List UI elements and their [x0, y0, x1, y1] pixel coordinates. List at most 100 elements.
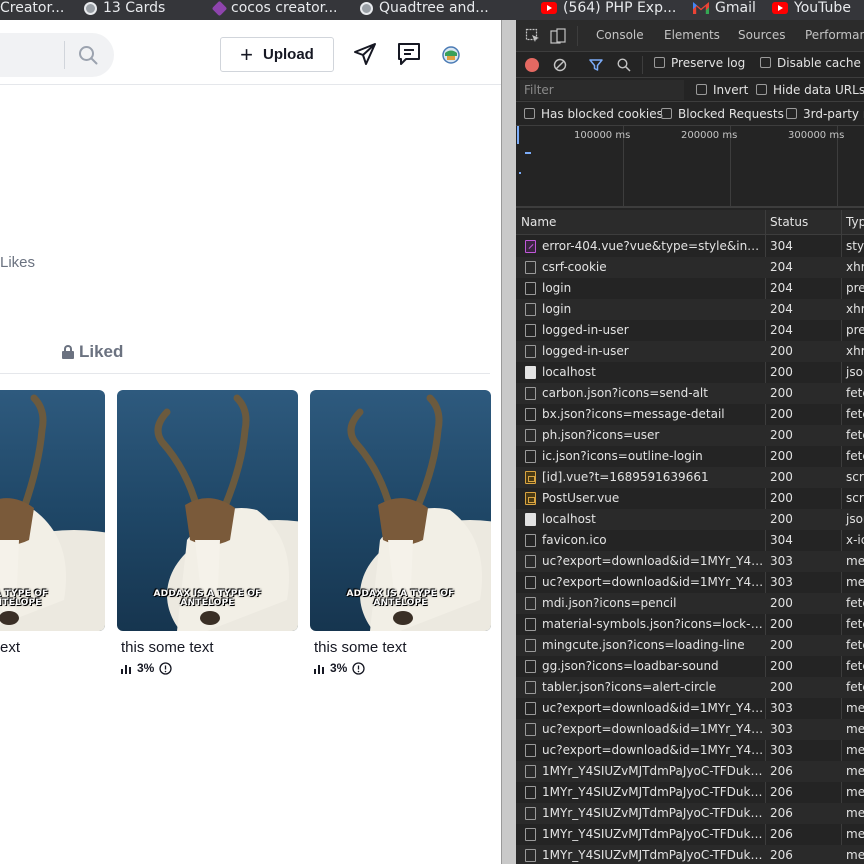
- request-name[interactable]: ph.json?icons=user: [542, 428, 764, 442]
- card-title[interactable]: this some text: [117, 639, 298, 657]
- checkbox-box[interactable]: [756, 84, 767, 95]
- bookmark-item[interactable]: Quadtree and...: [360, 0, 489, 18]
- request-row[interactable]: 1MYr_Y4SIUZvMJTdmPaJyoC-TFDukF... 206 med: [516, 803, 864, 824]
- blocked-requests-checkbox[interactable]: Blocked Requests: [661, 107, 784, 121]
- request-name[interactable]: logged-in-user: [542, 344, 764, 358]
- request-row[interactable]: carbon.json?icons=send-alt 200 fetc: [516, 383, 864, 404]
- request-name[interactable]: favicon.ico: [542, 533, 764, 547]
- request-name[interactable]: uc?export=download&id=1MYr_Y4SIU...: [542, 743, 764, 757]
- column-status[interactable]: Status: [770, 215, 808, 229]
- clear-icon[interactable]: [553, 58, 567, 72]
- filter-input[interactable]: Filter: [520, 80, 684, 100]
- request-name[interactable]: material-symbols.json?icons=lock-open: [542, 617, 764, 631]
- request-name[interactable]: ic.json?icons=outline-login: [542, 449, 764, 463]
- request-row[interactable]: tabler.json?icons=alert-circle 200 fetc: [516, 677, 864, 698]
- request-row[interactable]: uc?export=download&id=1MYr_Y4SIU... 303 me…: [516, 572, 864, 593]
- request-name[interactable]: uc?export=download&id=1MYr_Y4SIU...: [542, 554, 764, 568]
- video-card[interactable]: ADDAX IS A TYPE OF ANTELOPE this some te…: [310, 390, 491, 675]
- request-name[interactable]: uc?export=download&id=1MYr_Y4SIU...: [542, 722, 764, 736]
- video-thumbnail[interactable]: ADDAX IS A TYPE OF ANTELOPE: [310, 390, 491, 631]
- request-row[interactable]: uc?export=download&id=1MYr_Y4SIU... 303 me…: [516, 698, 864, 719]
- request-row[interactable]: logged-in-user 204 pre: [516, 320, 864, 341]
- request-row[interactable]: mdi.json?icons=pencil 200 fetc: [516, 593, 864, 614]
- checkbox-box[interactable]: [661, 108, 672, 119]
- request-name[interactable]: 1MYr_Y4SIUZvMJTdmPaJyoC-TFDukF...: [542, 827, 764, 841]
- third-party-checkbox[interactable]: 3rd-party re: [786, 107, 864, 121]
- card-title[interactable]: ext: [0, 639, 105, 657]
- hide-data-urls-checkbox[interactable]: Hide data URLs: [756, 83, 864, 97]
- request-name[interactable]: mdi.json?icons=pencil: [542, 596, 764, 610]
- search-icon[interactable]: [617, 58, 631, 72]
- request-row[interactable]: ic.json?icons=outline-login 200 fetc: [516, 446, 864, 467]
- video-card[interactable]: IS A TYPE OF ANTELOPE ext: [0, 390, 105, 657]
- request-name[interactable]: localhost: [542, 512, 764, 526]
- invert-checkbox[interactable]: Invert: [696, 83, 748, 97]
- request-row[interactable]: logged-in-user 200 xhr: [516, 341, 864, 362]
- search-bar[interactable]: [0, 33, 114, 77]
- request-name[interactable]: tabler.json?icons=alert-circle: [542, 680, 764, 694]
- video-thumbnail[interactable]: IS A TYPE OF ANTELOPE: [0, 390, 105, 631]
- tab-sources[interactable]: Sources: [738, 28, 785, 42]
- tab-elements[interactable]: Elements: [664, 28, 720, 42]
- request-name[interactable]: uc?export=download&id=1MYr_Y4SIU...: [542, 575, 764, 589]
- preserve-log-checkbox[interactable]: Preserve log: [654, 56, 745, 70]
- request-row[interactable]: 1MYr_Y4SIUZvMJTdmPaJyoC-TFDukF... 206 med: [516, 824, 864, 845]
- request-name[interactable]: logged-in-user: [542, 323, 764, 337]
- request-row[interactable]: PostUser.vue 200 scri: [516, 488, 864, 509]
- request-name[interactable]: 1MYr_Y4SIUZvMJTdmPaJyoC-TFDukF...: [542, 785, 764, 799]
- request-name[interactable]: PostUser.vue: [542, 491, 764, 505]
- request-name[interactable]: 1MYr_Y4SIUZvMJTdmPaJyoC-TFDukF...: [542, 848, 764, 862]
- checkbox-box[interactable]: [696, 84, 707, 95]
- request-row[interactable]: gg.json?icons=loadbar-sound 200 fetc: [516, 656, 864, 677]
- bookmark-item[interactable]: YouTube: [772, 0, 851, 18]
- request-name[interactable]: mingcute.json?icons=loading-line: [542, 638, 764, 652]
- alert-circle-icon[interactable]: [352, 661, 365, 675]
- request-row[interactable]: localhost 200 jsor: [516, 509, 864, 530]
- column-name[interactable]: Name: [521, 215, 556, 229]
- bookmark-item[interactable]: Gmail: [693, 0, 756, 18]
- request-name[interactable]: [id].vue?t=1689591639661: [542, 470, 764, 484]
- request-row[interactable]: ph.json?icons=user 200 fetc: [516, 425, 864, 446]
- network-overview[interactable]: 100000 ms 200000 ms 300000 ms: [516, 126, 864, 208]
- bookmark-item[interactable]: Creator...: [0, 0, 64, 18]
- request-row[interactable]: login 204 xhr: [516, 299, 864, 320]
- request-row[interactable]: login 204 pre: [516, 278, 864, 299]
- device-toolbar-icon[interactable]: [550, 28, 566, 44]
- request-name[interactable]: 1MYr_Y4SIUZvMJTdmPaJyoC-TFDukF...: [542, 806, 764, 820]
- card-title[interactable]: this some text: [310, 639, 491, 657]
- record-icon[interactable]: [525, 58, 539, 72]
- tab-console[interactable]: Console: [596, 28, 644, 42]
- message-icon[interactable]: [396, 41, 422, 67]
- filter-icon[interactable]: [589, 58, 603, 72]
- request-row[interactable]: uc?export=download&id=1MYr_Y4SIU... 303 me…: [516, 719, 864, 740]
- checkbox-box[interactable]: [760, 57, 771, 68]
- request-row[interactable]: csrf-cookie 204 xhr: [516, 257, 864, 278]
- tab-performance[interactable]: Performanc: [805, 28, 864, 42]
- request-row[interactable]: material-symbols.json?icons=lock-open 200…: [516, 614, 864, 635]
- send-icon[interactable]: [352, 41, 378, 67]
- video-card[interactable]: ADDAX IS A TYPE OF ANTELOPE this some te…: [117, 390, 298, 675]
- request-name[interactable]: csrf-cookie: [542, 260, 764, 274]
- request-name[interactable]: error-404.vue?vue&type=style&index...: [542, 239, 764, 253]
- checkbox-box[interactable]: [524, 108, 535, 119]
- request-row[interactable]: favicon.ico 304 x-ic: [516, 530, 864, 551]
- upload-button[interactable]: + Upload: [220, 37, 334, 72]
- request-name[interactable]: 1MYr_Y4SIUZvMJTdmPaJyoC-TFDukF...: [542, 764, 764, 778]
- request-row[interactable]: 1MYr_Y4SIUZvMJTdmPaJyoC-TFDukF... 206 med: [516, 845, 864, 864]
- video-thumbnail[interactable]: ADDAX IS A TYPE OF ANTELOPE: [117, 390, 298, 631]
- checkbox-box[interactable]: [786, 108, 797, 119]
- request-row[interactable]: bx.json?icons=message-detail 200 fetc: [516, 404, 864, 425]
- request-name[interactable]: gg.json?icons=loadbar-sound: [542, 659, 764, 673]
- inspect-element-icon[interactable]: [525, 28, 541, 44]
- request-row[interactable]: 1MYr_Y4SIUZvMJTdmPaJyoC-TFDukF... 206 med: [516, 761, 864, 782]
- request-row[interactable]: error-404.vue?vue&type=style&index... 304…: [516, 236, 864, 257]
- request-name[interactable]: carbon.json?icons=send-alt: [542, 386, 764, 400]
- request-name[interactable]: bx.json?icons=message-detail: [542, 407, 764, 421]
- request-name[interactable]: localhost: [542, 365, 764, 379]
- checkbox-box[interactable]: [654, 57, 665, 68]
- disable-cache-checkbox[interactable]: Disable cache: [760, 56, 861, 70]
- request-row[interactable]: localhost 200 jsor: [516, 362, 864, 383]
- alert-circle-icon[interactable]: [159, 661, 172, 675]
- request-name[interactable]: uc?export=download&id=1MYr_Y4SIU...: [542, 701, 764, 715]
- avatar[interactable]: [440, 44, 462, 66]
